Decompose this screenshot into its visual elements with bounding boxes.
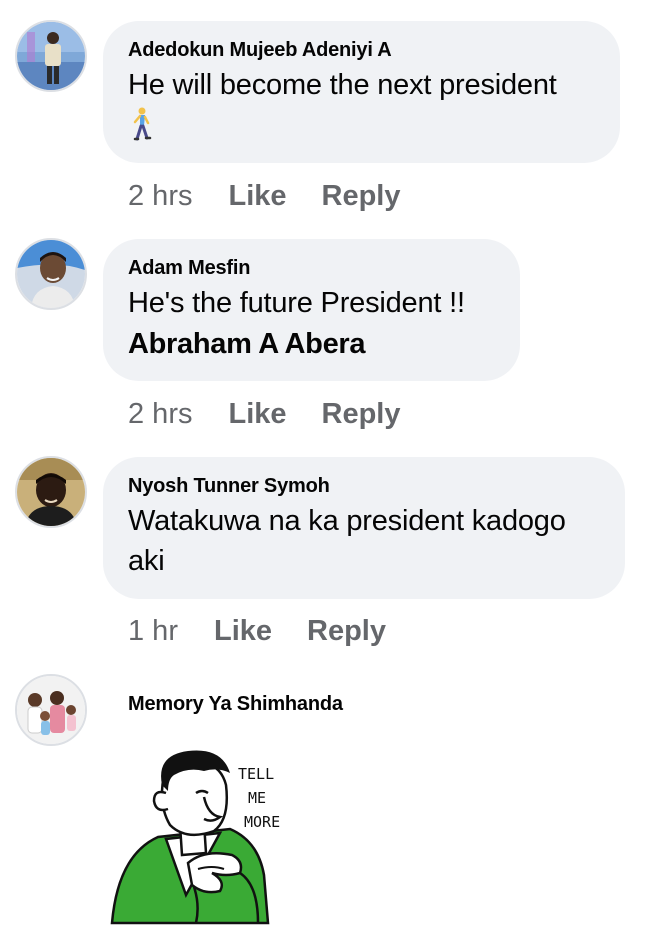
sticker-text-me: ME xyxy=(248,789,266,807)
comment-text-line: Watakuwa na ka president kadogo xyxy=(128,505,566,537)
mention-link[interactable]: Abraham A Abera xyxy=(128,323,496,365)
like-button[interactable]: Like xyxy=(214,614,272,648)
comment-actions: 2 hrs Like Reply xyxy=(128,179,401,213)
sticker-text-tell: TELL xyxy=(238,765,274,783)
comment-bubble: Adam Mesfin He's the future President !!… xyxy=(103,239,520,381)
sticker-text-more: MORE xyxy=(244,813,280,831)
comment-timestamp[interactable]: 2 hrs xyxy=(128,397,192,431)
like-button[interactable]: Like xyxy=(228,179,286,213)
comment-text: He's the future President !! xyxy=(128,287,465,319)
reply-button[interactable]: Reply xyxy=(307,614,386,648)
comment-actions: 2 hrs Like Reply xyxy=(128,397,401,431)
avatar[interactable] xyxy=(15,20,87,92)
like-button[interactable]: Like xyxy=(228,397,286,431)
comment-author[interactable]: Memory Ya Shimhanda xyxy=(128,691,343,717)
comment-bubble: Adedokun Mujeeb Adeniyi A He will become… xyxy=(103,21,620,163)
comment-text: He will become the next president xyxy=(128,69,557,101)
avatar[interactable] xyxy=(15,238,87,310)
avatar[interactable] xyxy=(15,674,87,746)
tell-me-more-sticker[interactable]: TELL ME MORE xyxy=(108,745,308,925)
reply-button[interactable]: Reply xyxy=(322,397,401,431)
comment-author[interactable]: Nyosh Tunner Symoh xyxy=(128,473,601,499)
comment-timestamp[interactable]: 1 hr xyxy=(128,614,178,648)
person-walking-emoji xyxy=(128,107,154,146)
comment-author[interactable]: Adedokun Mujeeb Adeniyi A xyxy=(128,37,596,63)
avatar[interactable] xyxy=(15,456,87,528)
comment-text-line: aki xyxy=(128,545,165,577)
reply-button[interactable]: Reply xyxy=(322,179,401,213)
comment-author[interactable]: Adam Mesfin xyxy=(128,255,496,281)
comment-actions: 1 hr Like Reply xyxy=(128,614,386,648)
comment-timestamp[interactable]: 2 hrs xyxy=(128,179,192,213)
comment-bubble: Nyosh Tunner Symoh Watakuwa na ka presid… xyxy=(103,457,625,599)
